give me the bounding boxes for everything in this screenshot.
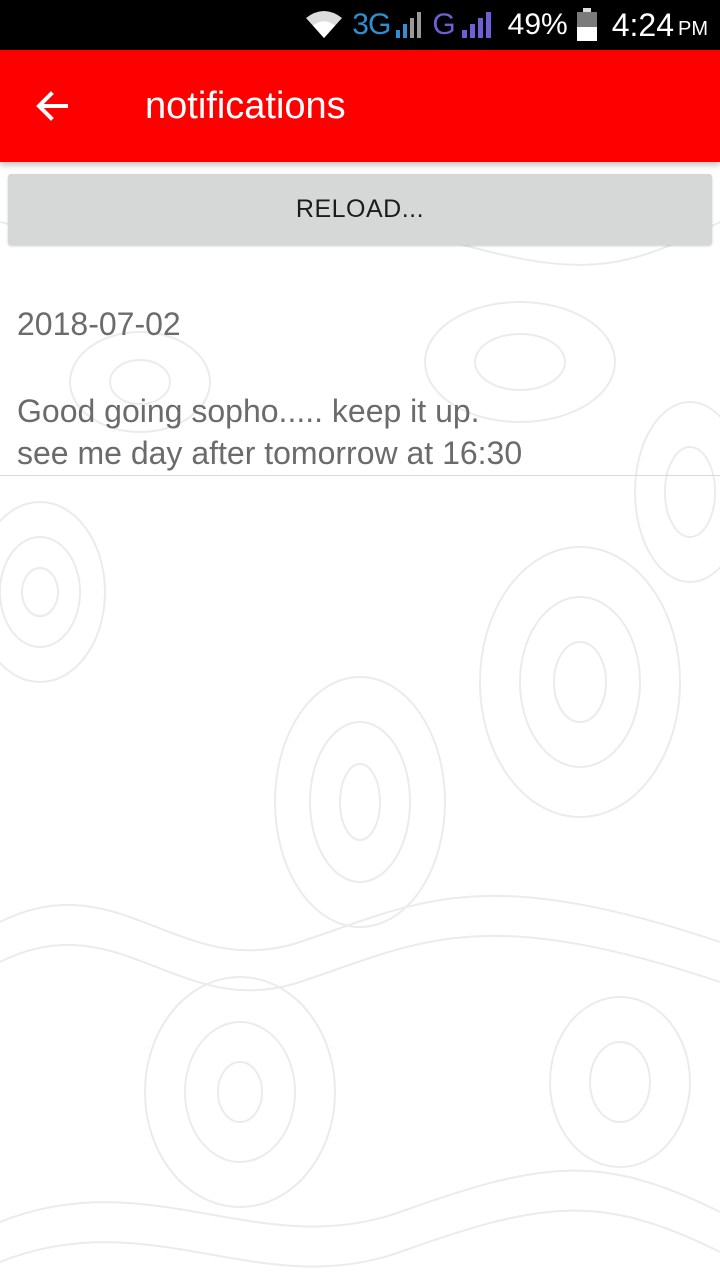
arrow-left-icon xyxy=(36,91,68,121)
network-type-3g: 3G xyxy=(352,8,391,41)
notification-date: 2018-07-02 xyxy=(17,306,181,342)
clock-time: 4:24 xyxy=(611,6,674,43)
network-type-g: G xyxy=(432,8,456,41)
battery-icon xyxy=(576,8,598,42)
clock-am-pm: PM xyxy=(678,17,708,40)
reload-button[interactable]: RELOAD... xyxy=(8,174,712,245)
signal-icon xyxy=(460,10,494,40)
notification-message: Good going sopho..... keep it up. see me… xyxy=(17,393,523,471)
back-button[interactable] xyxy=(22,76,82,136)
notification-item[interactable]: 2018-07-02 Good going sopho..... keep it… xyxy=(0,292,720,476)
signal-icon xyxy=(394,10,424,40)
status-bar: 3G G 49% 4:24 PM xyxy=(0,0,720,50)
page-title: notifications xyxy=(145,85,346,127)
wifi-icon xyxy=(304,10,344,40)
battery-percent: 49% xyxy=(507,8,568,41)
app-toolbar: notifications xyxy=(0,50,720,162)
notifications-content[interactable]: RELOAD... 2018-07-02 Good going sopho...… xyxy=(0,162,720,1280)
